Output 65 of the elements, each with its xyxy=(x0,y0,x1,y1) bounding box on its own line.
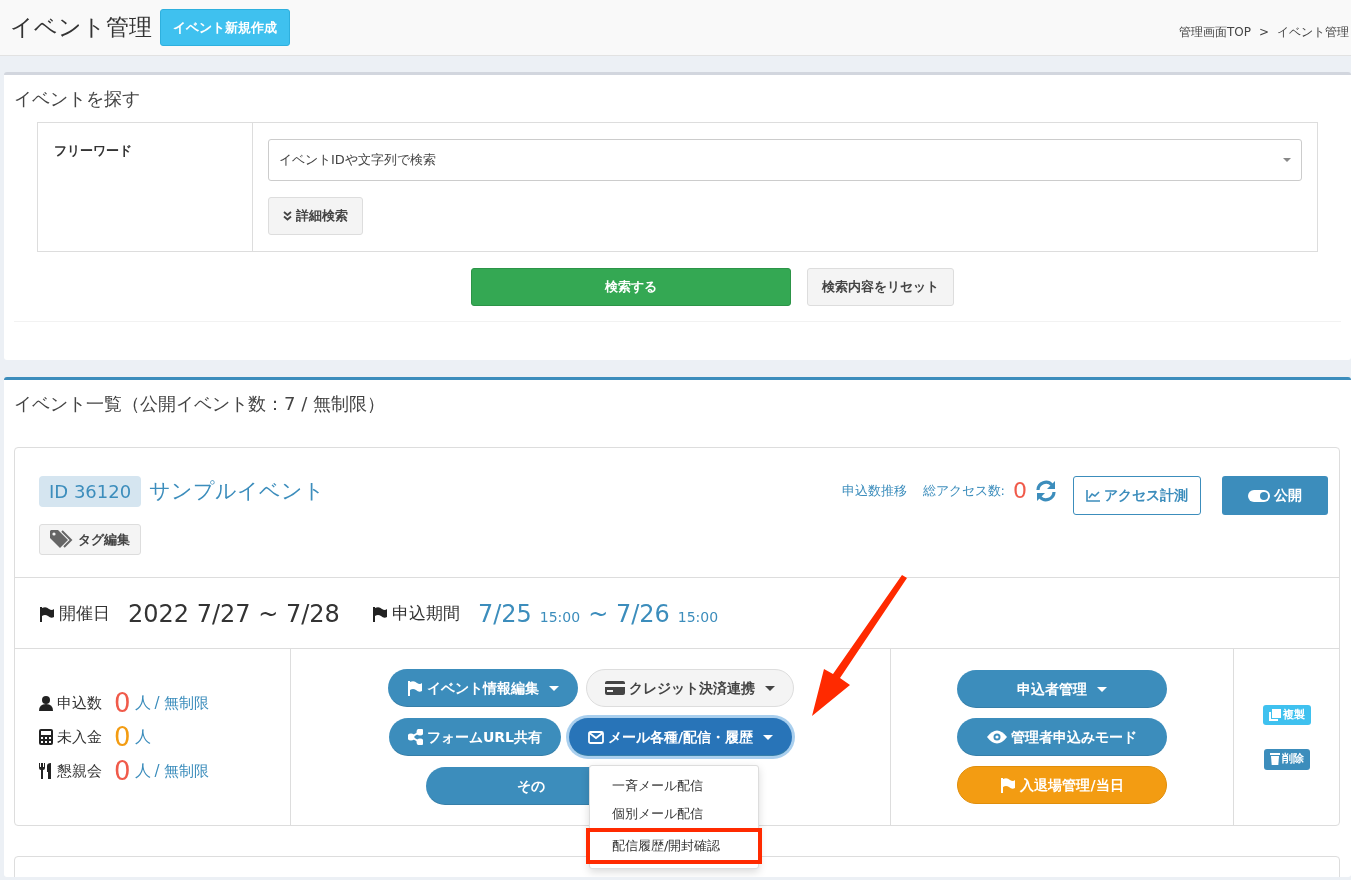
event-date: 2022 7/27 ~ 7/28 xyxy=(128,599,340,630)
access-count-label: 総アクセス数: xyxy=(922,482,1005,501)
stat-unit: 人 xyxy=(134,692,151,714)
calculator-icon xyxy=(39,729,53,745)
credit-card-icon xyxy=(604,681,625,695)
action-button[interactable]: メール各種/配信・履歴 xyxy=(568,718,793,756)
share-icon xyxy=(407,729,423,745)
flag-icon xyxy=(39,606,55,622)
application-trend-link[interactable]: 申込数推移 xyxy=(841,481,907,501)
refresh-icon[interactable] xyxy=(1035,480,1057,502)
page-title: イベント管理 xyxy=(10,13,152,42)
user-icon xyxy=(39,695,53,711)
flag-icon xyxy=(1000,777,1017,793)
tags-icon xyxy=(50,530,74,549)
stat-label: 未入金 xyxy=(57,726,102,748)
stat-count: 0 xyxy=(114,690,131,716)
stat-limit-link[interactable]: / 無制限 xyxy=(154,691,210,715)
double-chevron-icon xyxy=(283,210,292,221)
search-button[interactable]: 検索する xyxy=(471,267,791,306)
event-title-link[interactable]: サンプルイベント xyxy=(149,476,326,508)
stat-unit: 人 xyxy=(134,760,151,782)
eye-icon xyxy=(987,730,1007,744)
event-id-badge: ID 36120 xyxy=(39,476,142,508)
period-time: 15:00 xyxy=(677,608,719,627)
period-label: 申込期間 xyxy=(391,602,460,626)
tag-edit-button[interactable]: タグ編集 xyxy=(39,523,141,555)
stat-label: 懇親会 xyxy=(57,760,102,782)
action-button[interactable]: イベント情報編集 xyxy=(387,669,578,707)
dropdown-item[interactable]: 配信履歴/開封確認 xyxy=(588,830,760,862)
publish-toggle-button[interactable]: 公開 xyxy=(1222,476,1328,515)
flag-icon xyxy=(406,680,423,696)
breadcrumb-item: イベント管理 xyxy=(1277,23,1349,41)
period-date: 7/25 xyxy=(477,599,532,630)
line-chart-icon xyxy=(1086,489,1100,502)
envelope-icon xyxy=(587,730,604,744)
flag-icon xyxy=(371,606,388,622)
action-button[interactable]: クレジット決済連携 xyxy=(585,669,794,707)
advanced-search-button[interactable]: 詳細検索 xyxy=(268,197,363,235)
breadcrumb-item[interactable]: 管理画面TOP xyxy=(1178,22,1251,41)
trash-icon xyxy=(1269,753,1280,766)
delete-button[interactable]: 削除 xyxy=(1263,749,1310,770)
stat-unit: 人 xyxy=(134,726,151,748)
manage-button[interactable]: 管理者申込みモード xyxy=(957,718,1167,756)
search-field[interactable]: イベントIDや文字列で検索 xyxy=(268,139,1302,181)
period-time: 15:00 xyxy=(539,608,581,627)
action-button[interactable]: フォームURL共有 xyxy=(388,718,561,756)
fork-knife-icon xyxy=(39,763,53,779)
copy-icon xyxy=(1268,708,1281,721)
stat-label: 申込数 xyxy=(57,692,102,714)
new-event-button[interactable]: イベント新規作成 xyxy=(160,8,290,47)
stat-count: 0 xyxy=(114,724,131,750)
access-tracking-button[interactable]: アクセス計測 xyxy=(1073,476,1201,515)
breadcrumb-separator: > xyxy=(1258,23,1269,41)
field-label: フリーワード xyxy=(54,143,132,158)
manage-button[interactable]: 申込者管理 xyxy=(957,670,1167,708)
panel-title: イベント一覧（公開イベント数：7 / 無制限） xyxy=(13,392,386,416)
reset-button[interactable]: 検索内容をリセット xyxy=(807,267,954,306)
manage-button[interactable]: 入退場管理/当日 xyxy=(957,766,1167,804)
access-count: 0 xyxy=(1013,480,1027,502)
stat-limit-link[interactable]: / 無制限 xyxy=(154,759,210,783)
stat-count: 0 xyxy=(114,758,131,784)
period-date: ~ 7/26 xyxy=(588,599,670,630)
duplicate-button[interactable]: 複製 xyxy=(1262,704,1311,725)
panel-title: イベントを探す xyxy=(13,87,141,111)
date-label: 開催日 xyxy=(59,602,110,626)
